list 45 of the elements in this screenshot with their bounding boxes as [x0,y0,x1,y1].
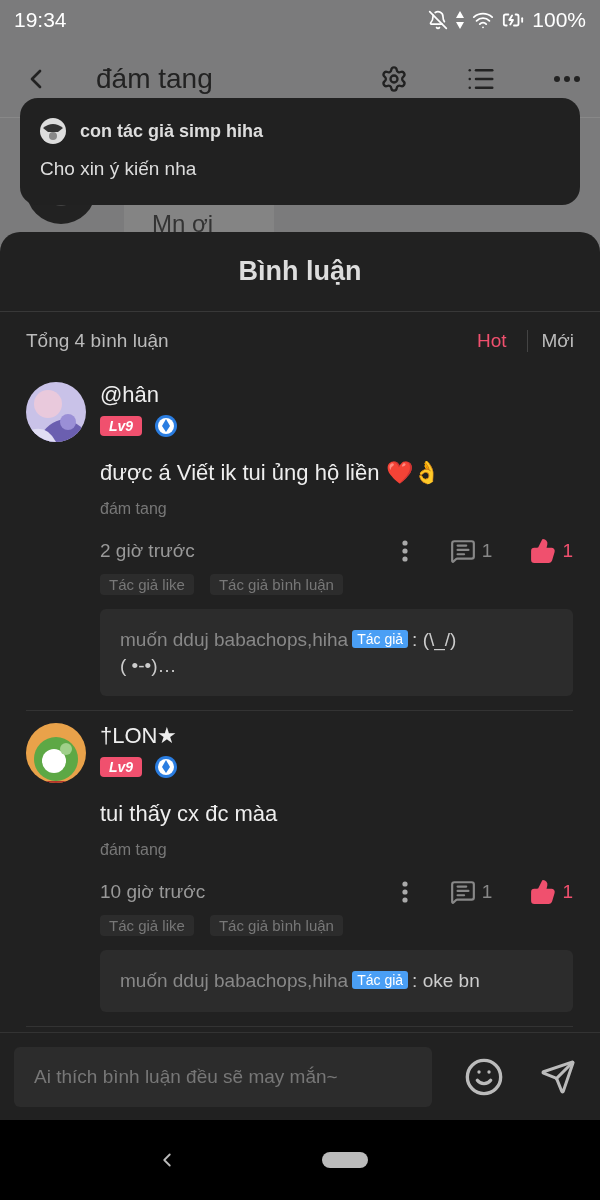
author-tag: Tác giả bình luận [209,574,343,595]
level-badge: Lv9 [100,416,143,436]
comment-icon [449,538,476,564]
comment-icon [449,879,476,906]
user-name[interactable]: †LON★ [100,723,573,750]
thumbs-up-icon [530,879,557,906]
status-time: 19:34 [14,8,67,32]
notification-message: Cho xin ý kiến nha [40,158,198,180]
notification-toast[interactable]: con tác giả simp hiha Cho xin ý kiến nha [20,98,580,205]
settings-icon [380,64,408,93]
sort-tab[interactable]: Hot [463,330,520,352]
diamond-badge-icon [154,755,179,780]
post-text: Mn ơi [152,210,214,232]
reply-button[interactable]: 1 [449,538,493,564]
diamond-badge-icon [154,414,179,438]
author-tag: Tác giả bình luận [209,915,343,937]
data-arrows-icon [456,11,465,29]
sort-tab[interactable]: Mới [527,330,574,352]
battery-level: 100% [532,8,586,32]
like-button[interactable]: 1 [530,879,573,906]
level-badge: Lv9 [100,757,143,778]
smile-icon [464,1056,504,1097]
story-name: đám tang [100,841,168,860]
comment-time: 10 giờ trước [100,881,207,904]
comment-text: được á Viết ik tui ủng hộ liền ❤👌 [100,460,441,486]
send-icon [540,1058,576,1095]
comment-time: 2 giờ trước [100,540,196,562]
comment-total: Tổng 4 bình luận [26,330,169,352]
author-tag: Tác giả like [100,915,194,937]
author-tag: Tác giả like [100,574,194,595]
reply-button[interactable]: 1 [449,879,493,906]
user-name[interactable]: @hân [100,382,573,408]
story-title: đám tang [96,62,214,95]
notification-author: con tác giả simp hiha [80,120,264,142]
like-button[interactable]: 1 [530,538,573,564]
comment-text: tui thấy cx đc màa [100,801,279,828]
thumbs-up-icon [530,538,557,564]
comment-field[interactable]: Ai thích bình luận đều sẽ may mắn~ [14,1046,432,1107]
story-name: đám tang [100,500,168,518]
bell-off-icon [428,10,449,30]
more-icon [554,75,580,82]
more-vertical-icon [401,540,408,562]
home-button[interactable] [322,1152,368,1168]
more-vertical-icon [401,881,408,904]
sheet-title: Bình luận [238,256,362,287]
